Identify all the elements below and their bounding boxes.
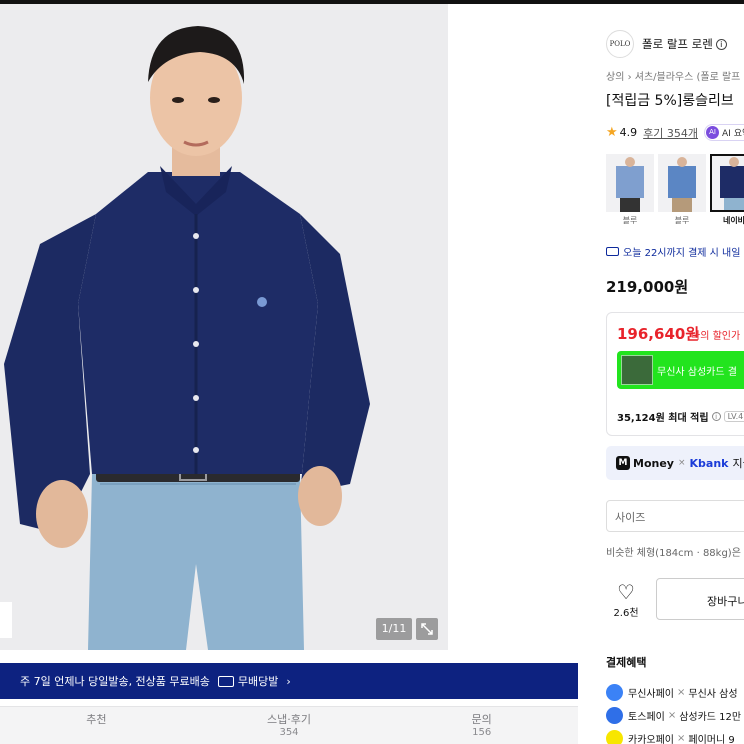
- like-count: 2.6천: [613, 608, 639, 619]
- swatch-label: 네이비: [722, 216, 744, 225]
- tab-count: 156: [472, 727, 492, 738]
- rating-row: ★ 4.9 후기 354개 AI AI 요약: [606, 124, 744, 141]
- like-button[interactable]: ♡ 2.6천: [606, 582, 646, 619]
- delivery-banner[interactable]: 주 7일 언제나 당일발송, 전상품 무료배송 무배당발 ›: [0, 663, 578, 699]
- kbank-label: Kbank: [689, 456, 729, 470]
- original-price: 219,000원: [606, 278, 689, 296]
- truck-icon: [217, 675, 234, 687]
- info-icon[interactable]: i: [715, 38, 727, 50]
- badge-label: 무배당발: [237, 675, 279, 688]
- tab-label: 문의: [471, 713, 492, 726]
- swatch-image: [606, 154, 654, 212]
- benefit-b: 무신사 삼성: [688, 689, 738, 700]
- swatch-image: [710, 154, 744, 212]
- brand-logo: POLO: [606, 30, 634, 58]
- card-promo-text: 무신사 삼성카드 결: [657, 366, 737, 378]
- benefit-a: 카카오페이: [628, 735, 674, 744]
- banner-text: 주 7일 언제나 당일발송, 전상품 무료배송: [20, 675, 210, 688]
- breadcrumb[interactable]: 상의 › 셔츠/블라우스 (폴로 랄프: [606, 68, 740, 83]
- reviews-link[interactable]: 후기 354개: [643, 125, 698, 141]
- expand-icon[interactable]: [416, 618, 438, 640]
- level-badge: LV.4: [723, 411, 744, 422]
- discount-box: 196,640원 나의 할인가 무신사 삼성카드 결 35,124원 최대 적립…: [606, 312, 744, 436]
- payment-benefits-title: 결제혜택: [606, 656, 647, 669]
- money-icon: M: [616, 456, 630, 470]
- ai-summary-button[interactable]: AI AI 요약: [704, 124, 744, 141]
- payment-benefit-row[interactable]: 무신사페이 × 무신사 삼성: [606, 684, 738, 701]
- swatch-navy[interactable]: 네이비: [710, 154, 744, 226]
- tab-inquiry[interactable]: 문의 156: [385, 707, 578, 744]
- tab-label: 스냅·후기: [267, 713, 311, 726]
- card-image: [621, 355, 653, 385]
- discount-price: 196,640원: [617, 325, 700, 343]
- swatch-blue-1[interactable]: 블루: [606, 154, 654, 226]
- swatch-label: 블루: [674, 216, 690, 225]
- times-separator: ×: [677, 687, 686, 698]
- thumbnail-edge: [0, 602, 12, 638]
- product-photo: [0, 4, 448, 650]
- star-icon: ★: [606, 125, 618, 140]
- color-swatches: 블루 블루 네이비: [606, 154, 744, 226]
- kbank-tail: 지금: [732, 457, 744, 470]
- product-tabs: 추천 스냅·후기 354 문의 156: [0, 706, 578, 744]
- kbank-promo-banner[interactable]: M Money × Kbank 지금: [606, 446, 744, 480]
- free-delivery-badge: 무배당발: [217, 673, 279, 689]
- fit-note: 비슷한 체형(184cm · 88kg)은: [606, 548, 741, 559]
- product-image-gallery[interactable]: 1/11: [0, 4, 448, 650]
- size-select[interactable]: 사이즈: [606, 500, 744, 532]
- tab-recommend[interactable]: 추천: [0, 707, 193, 744]
- truck-icon: [606, 247, 619, 256]
- heart-icon: ♡: [617, 580, 635, 604]
- image-counter: 1/11: [376, 618, 412, 640]
- swatch-blue-2[interactable]: 블루: [658, 154, 706, 226]
- brand-name[interactable]: 폴로 랄프 로렌: [642, 36, 713, 52]
- add-to-cart-button[interactable]: 장바구니: [656, 578, 744, 620]
- info-icon[interactable]: i: [711, 412, 721, 421]
- benefit-a: 무신사페이: [628, 689, 674, 700]
- tab-label: 추천: [86, 713, 107, 726]
- toss-pay-icon: [606, 707, 623, 724]
- brand-row[interactable]: POLO 폴로 랄프 로렌 i: [606, 30, 727, 58]
- times-separator: ×: [677, 458, 686, 468]
- rating-score: 4.9: [619, 126, 638, 139]
- benefit-a: 토스페이: [628, 712, 665, 723]
- times-separator: ×: [667, 710, 677, 721]
- card-promo-banner[interactable]: 무신사 삼성카드 결: [617, 351, 744, 389]
- benefit-b: 페이머니 9: [688, 735, 735, 744]
- kakao-pay-icon: [606, 730, 623, 744]
- benefit-b: 삼성카드 12만: [679, 712, 742, 723]
- payment-benefit-row[interactable]: 카카오페이 × 페이머니 9: [606, 730, 735, 744]
- tab-count: 354: [279, 727, 299, 738]
- ai-icon: AI: [706, 126, 720, 139]
- delivery-text: 오늘 22시까지 결제 시 내일: [623, 248, 741, 259]
- times-separator: ×: [677, 733, 686, 744]
- product-title: [적립금 5%]롱슬리브: [606, 93, 734, 109]
- tab-snap-reviews[interactable]: 스냅·후기 354: [193, 707, 386, 744]
- discount-note[interactable]: 나의 할인가: [691, 327, 740, 342]
- points-text: 35,124원 최대 적립: [617, 413, 709, 424]
- product-info-panel: POLO 폴로 랄프 로렌 i 상의 › 셔츠/블라우스 (폴로 랄프 [적립금…: [596, 4, 744, 744]
- ai-summary-label: AI 요약: [722, 129, 744, 139]
- chevron-right-icon: ›: [286, 674, 291, 688]
- musinsa-pay-icon: [606, 684, 623, 701]
- payment-benefit-row[interactable]: 토스페이 × 삼성카드 12만: [606, 707, 741, 724]
- delivery-estimate: 오늘 22시까지 결제 시 내일: [606, 244, 740, 259]
- points-row: 35,124원 최대 적립 i LV.4: [617, 409, 744, 424]
- swatch-image: [658, 154, 706, 212]
- swatch-label: 블루: [622, 216, 638, 225]
- money-label: Money: [633, 456, 674, 470]
